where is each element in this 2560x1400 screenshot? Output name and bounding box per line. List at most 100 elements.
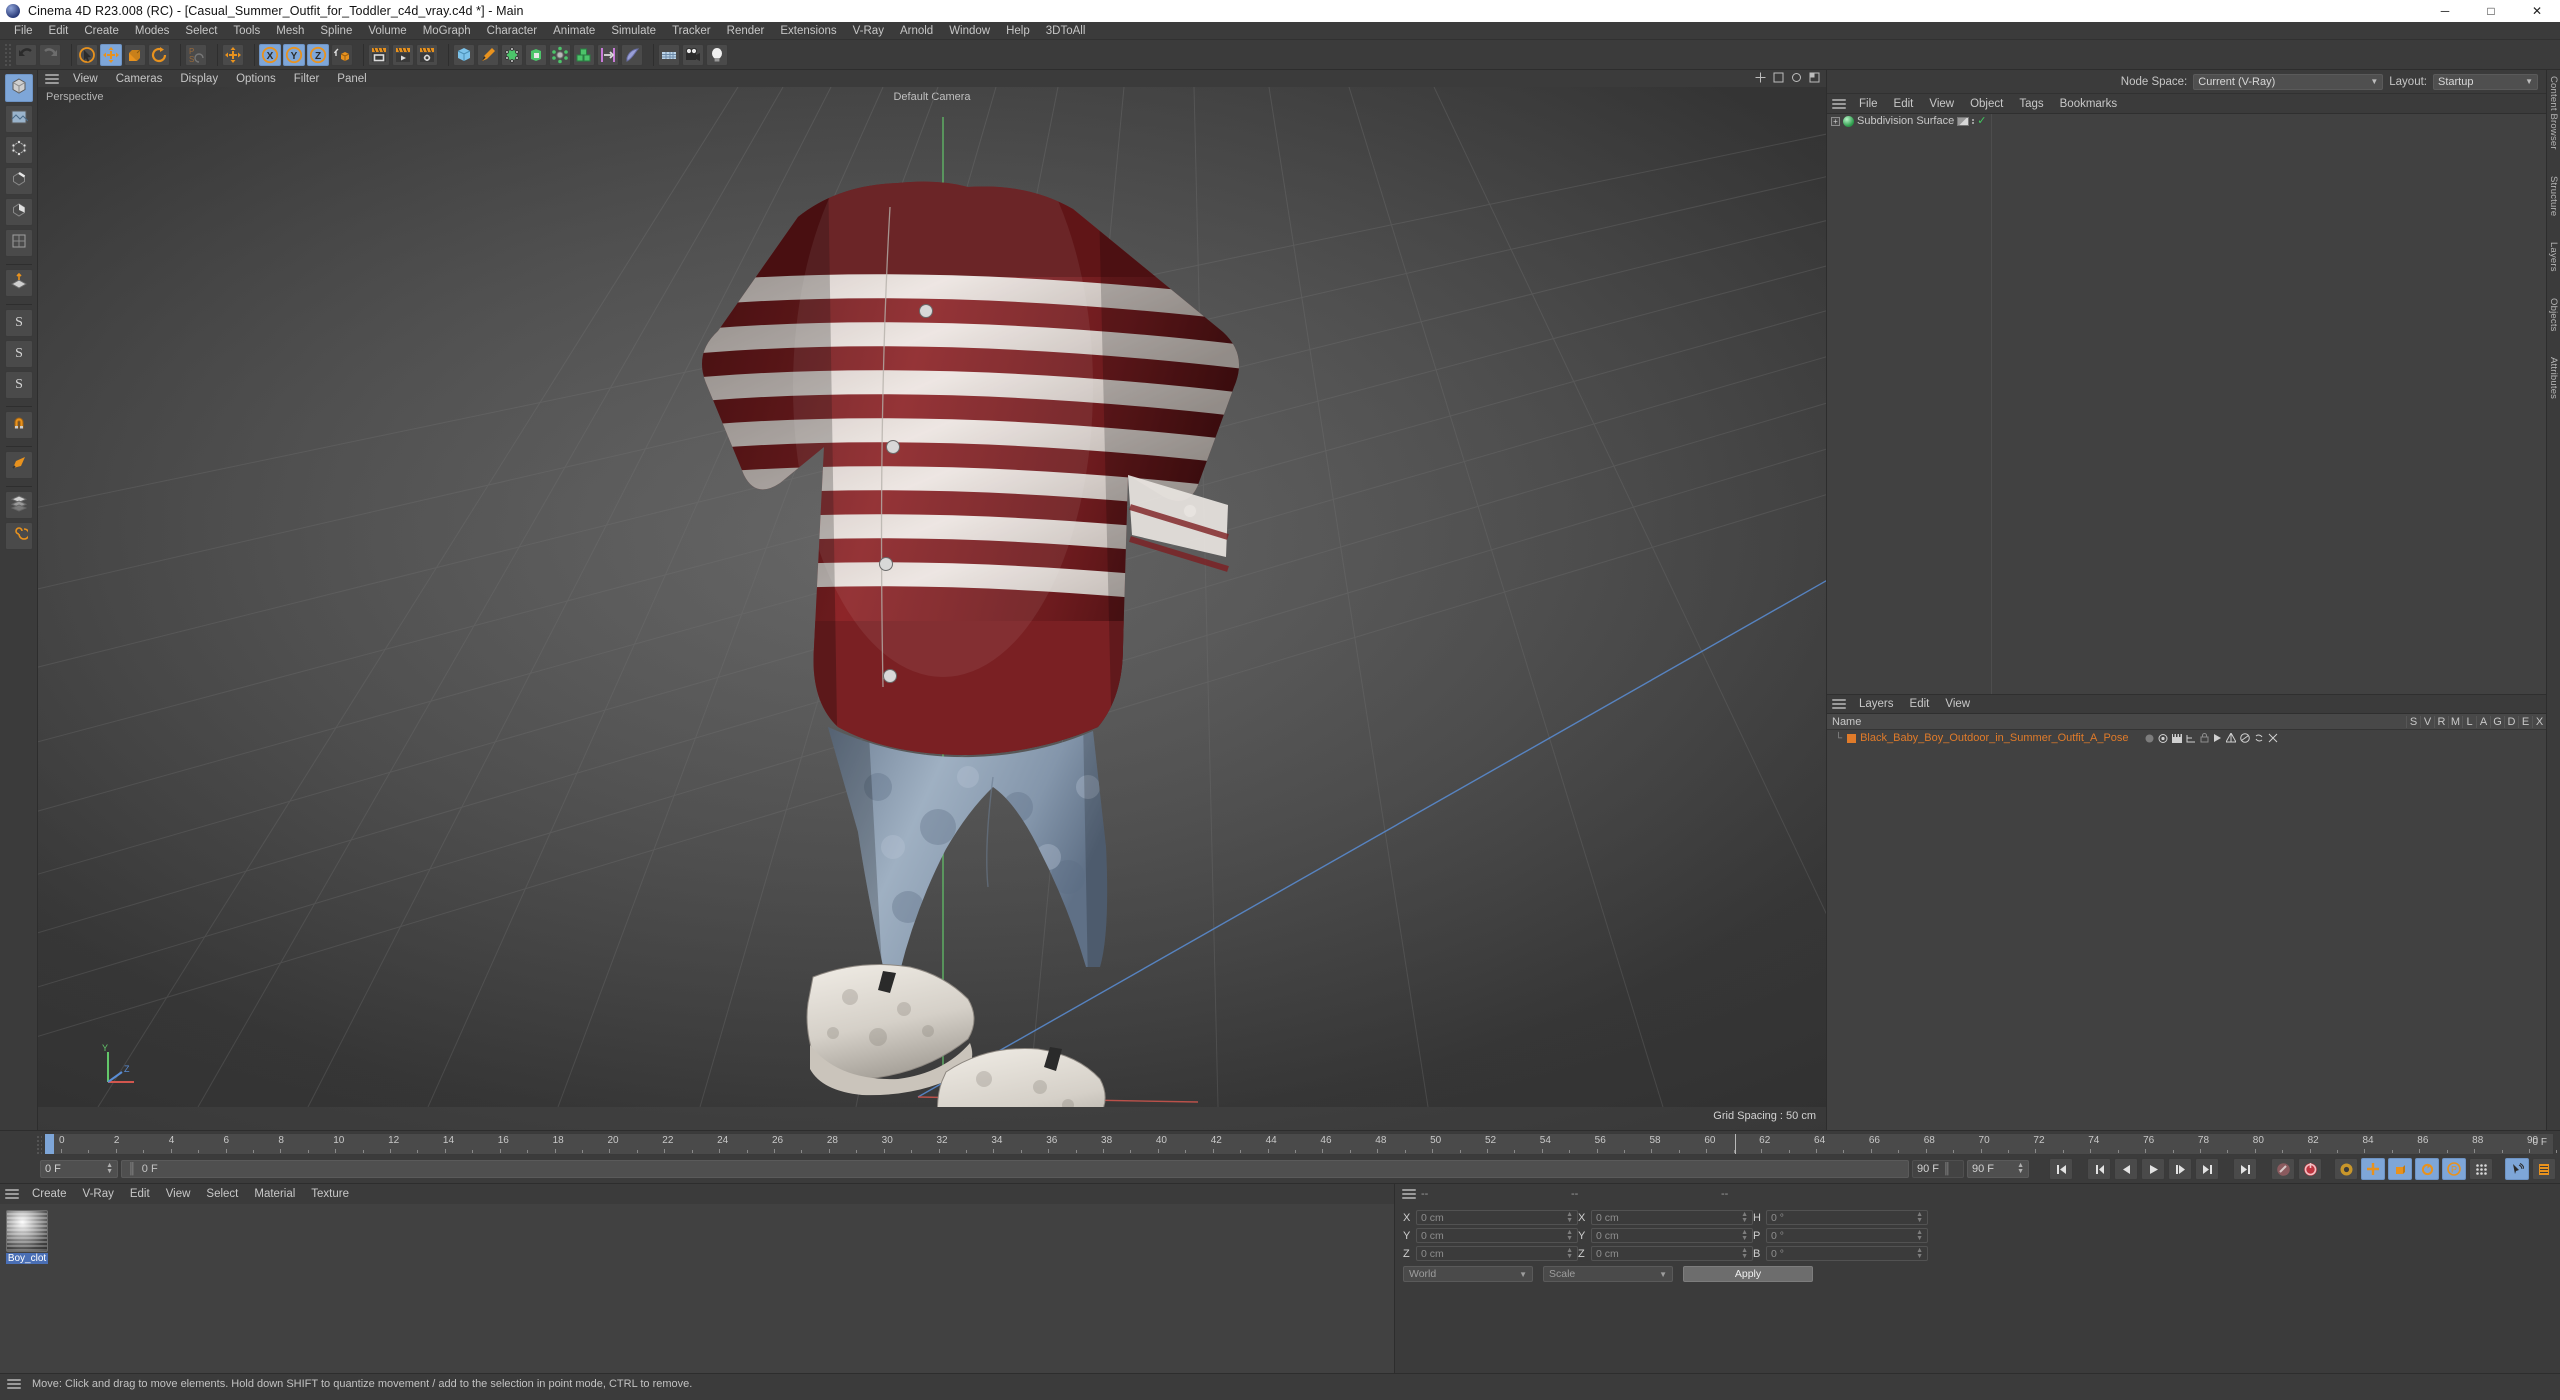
minimize-button[interactable]: ─: [2422, 0, 2468, 22]
viewport-menu-filter[interactable]: Filter: [285, 73, 329, 85]
layer-solo-icon[interactable]: [2145, 734, 2154, 743]
object-tag-icon[interactable]: [1957, 116, 1970, 126]
right-tab-structure[interactable]: Structure: [2548, 176, 2559, 216]
viewport-rotate-icon[interactable]: [1791, 72, 1802, 83]
spinner-icon[interactable]: ▲ ▼: [1916, 1211, 1923, 1224]
viewport-move-icon[interactable]: [1755, 72, 1766, 83]
add-cube-button[interactable]: [453, 43, 475, 66]
expand-toggle-icon[interactable]: +: [1831, 116, 1840, 126]
render-to-picture-viewer-button[interactable]: [392, 43, 414, 66]
object-manager-menu-edit[interactable]: Edit: [1886, 98, 1922, 110]
material-thumbnail[interactable]: [6, 1210, 48, 1252]
rotation-key-button[interactable]: [2415, 1158, 2439, 1180]
render-settings-button[interactable]: [416, 43, 438, 66]
go-to-end-button[interactable]: [2233, 1158, 2257, 1180]
menu-item-arnold[interactable]: Arnold: [892, 24, 941, 38]
size-y-field[interactable]: 0 cm ▲ ▼: [1591, 1228, 1753, 1243]
tool-spiral[interactable]: [4, 522, 33, 550]
visibility-dots-icon[interactable]: [1972, 118, 1975, 124]
enabled-check-icon[interactable]: ✓: [1977, 116, 1986, 127]
undo-button[interactable]: [15, 43, 37, 66]
spinner-icon[interactable]: ▲ ▼: [2017, 1162, 2024, 1175]
status-menu-icon[interactable]: [7, 1377, 21, 1391]
viewport-menu-view[interactable]: View: [64, 73, 107, 85]
rotation-p-field[interactable]: 0 ° ▲ ▼: [1766, 1228, 1928, 1243]
layers-menu-view[interactable]: View: [1937, 698, 1978, 710]
tool-workplane[interactable]: [4, 269, 33, 297]
current-frame-field[interactable]: 0 F ▲ ▼: [40, 1160, 118, 1178]
layer-color-swatch[interactable]: [1847, 733, 1857, 743]
material-item[interactable]: Boy_clot: [6, 1210, 48, 1264]
right-tab-attributes[interactable]: Attributes: [2548, 357, 2559, 399]
add-dynamics-button[interactable]: [621, 43, 643, 66]
go-to-start-button[interactable]: [2049, 1158, 2073, 1180]
menu-item-v-ray[interactable]: V-Ray: [845, 24, 892, 38]
material-list[interactable]: Boy_clot: [0, 1204, 1394, 1373]
spinner-icon[interactable]: ▲ ▼: [1741, 1229, 1748, 1242]
object-manager-tree[interactable]: + Subdivision Surface ✓: [1827, 114, 2546, 694]
layer-xref-icon[interactable]: [2268, 733, 2278, 743]
apply-button[interactable]: Apply: [1683, 1266, 1813, 1282]
render-view-button[interactable]: [368, 43, 390, 66]
add-mograph-button[interactable]: [573, 43, 595, 66]
close-button[interactable]: ✕: [2514, 0, 2560, 22]
viewport-maximize-icon[interactable]: [1809, 72, 1820, 83]
position-key-button[interactable]: [2361, 1158, 2385, 1180]
layers-menu-icon[interactable]: [1832, 697, 1846, 711]
add-light-button[interactable]: [706, 43, 728, 66]
spinner-icon[interactable]: ▲ ▼: [1741, 1247, 1748, 1260]
keyframe-selection-button[interactable]: [2334, 1158, 2358, 1180]
right-tab-content-browser[interactable]: Content Browser: [2548, 76, 2559, 150]
menu-item-modes[interactable]: Modes: [127, 24, 178, 38]
tool-model-mode[interactable]: [4, 74, 33, 102]
ps-toggle-button[interactable]: PS: [185, 43, 207, 66]
spinner-icon[interactable]: ▲ ▼: [1566, 1229, 1573, 1242]
viewport-menu-panel[interactable]: Panel: [328, 73, 375, 85]
spinner-icon[interactable]: ▲ ▼: [1566, 1211, 1573, 1224]
toolbar-grip[interactable]: [4, 42, 12, 67]
spinner-icon[interactable]: ▲ ▼: [106, 1162, 113, 1175]
tool-point-mode[interactable]: [4, 136, 33, 164]
layer-generator-icon[interactable]: [2225, 733, 2236, 743]
tool-texture-mode[interactable]: [4, 105, 33, 133]
previous-keyframe-button[interactable]: [2087, 1158, 2111, 1180]
tool-snap-s2[interactable]: S: [4, 340, 33, 368]
material-menu-v-ray[interactable]: V-Ray: [75, 1188, 122, 1200]
viewport-3d[interactable]: Perspective Default Camera Grid Spacing …: [38, 87, 1826, 1130]
object-manager-menu-view[interactable]: View: [1921, 98, 1962, 110]
position-x-field[interactable]: 0 cm ▲ ▼: [1416, 1210, 1578, 1225]
maximize-button[interactable]: □: [2468, 0, 2514, 22]
tool-snap-s1[interactable]: S: [4, 309, 33, 337]
layers-list[interactable]: └ Black_Baby_Boy_Outdoor_in_Summer_Outfi…: [1827, 730, 2546, 1130]
add-field-button[interactable]: [597, 43, 619, 66]
menu-item-window[interactable]: Window: [941, 24, 998, 38]
size-x-field[interactable]: 0 cm ▲ ▼: [1591, 1210, 1753, 1225]
coordinate-system-select[interactable]: World ▼: [1403, 1266, 1533, 1282]
material-menu-texture[interactable]: Texture: [303, 1188, 357, 1200]
scale-tool-button[interactable]: [124, 43, 146, 66]
add-spline-button[interactable]: [477, 43, 499, 66]
layer-manager-icon[interactable]: [2186, 734, 2196, 743]
size-z-field[interactable]: 0 cm ▲ ▼: [1591, 1246, 1753, 1261]
timeline-playhead[interactable]: [1735, 1134, 1736, 1154]
menu-item-select[interactable]: Select: [177, 24, 225, 38]
menu-item-help[interactable]: Help: [998, 24, 1038, 38]
viewport-menu-display[interactable]: Display: [171, 73, 227, 85]
step-back-button[interactable]: [2114, 1158, 2138, 1180]
end-frame-field[interactable]: 90 F ▲ ▼: [1967, 1160, 2029, 1178]
lock-z-button[interactable]: Z: [307, 43, 329, 66]
viewport-scale-icon[interactable]: [1773, 72, 1784, 83]
menu-item-render[interactable]: Render: [719, 24, 773, 38]
object-manager-menu-icon[interactable]: [1832, 97, 1846, 111]
node-space-select[interactable]: Current (V-Ray) ▼: [2193, 73, 2384, 90]
end-frame-display[interactable]: 90 F ║: [1912, 1160, 1964, 1178]
layer-deformer-icon[interactable]: [2239, 733, 2250, 743]
spinner-icon[interactable]: ▲ ▼: [1916, 1229, 1923, 1242]
menu-item-mesh[interactable]: Mesh: [268, 24, 312, 38]
tool-magnet[interactable]: [4, 411, 33, 439]
menu-item-3dtoall[interactable]: 3DToAll: [1038, 24, 1094, 38]
layer-animation-icon[interactable]: [2213, 733, 2222, 743]
play-button[interactable]: [2141, 1158, 2165, 1180]
world-coordinate-button[interactable]: [331, 43, 353, 66]
lock-y-button[interactable]: Y: [283, 43, 305, 66]
